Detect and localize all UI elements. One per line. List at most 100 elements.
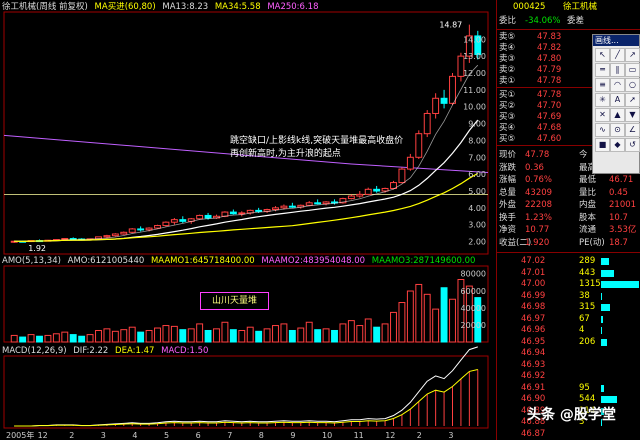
volume-bar [415,283,423,343]
stat-value: 47.78 [525,150,550,160]
stat-row: 换手 1.23% 股本 10.7 [497,213,640,224]
stat-label-2: 今 [579,150,588,160]
channel-icon[interactable]: ═ [595,63,610,77]
tick-volume: 289 [579,256,596,266]
annotation-line-1: 跳空缺口/上影线k线,突破天量堆最高收盘价 [230,136,404,146]
candle-body [406,156,414,170]
line-icon[interactable]: ╱ [610,48,625,62]
tick-row: 46.99 38 [497,291,640,302]
rect-icon[interactable]: ▭ [625,63,640,77]
order-price: 47.78 [537,90,562,100]
stat-value: 10.77 [525,225,550,235]
volume-bar [229,329,237,343]
tick-volume-bar [601,304,611,311]
stat-value-2: 21001 [609,200,637,210]
tick-volume: 1315 [579,279,601,289]
volume-bar [246,326,254,343]
down-icon[interactable]: ▼ [625,108,640,122]
parallel-icon[interactable]: ∥ [610,63,625,77]
candle-body [364,188,372,195]
cycle-icon[interactable]: ⊙ [610,123,625,137]
time-tick-label: 3 [101,431,106,440]
text-icon[interactable]: A [610,93,625,107]
volume-bar [10,334,18,343]
stat-value: 22208 [525,200,553,210]
reset-icon[interactable]: ↺ [625,138,640,152]
tick-volume: 67 [579,313,590,324]
stat-row: 收益(二) 1.920 PE(动) 18.7 [497,238,640,249]
stat-label: 涨幅 [499,175,517,185]
stat-row: 涨幅 0.76% 最低 46.71 [497,175,640,186]
tick-volume: 95 [579,382,590,393]
stat-label-2: 量比 [579,187,597,198]
tick-volume-bar [601,315,603,323]
volume-bar [305,321,313,343]
macd-header: MACD(12,26,9) DIF:2.22 DEA:1.47 MACD:1.5… [2,346,212,356]
stat-row: 净资 10.77 流通 3.53亿 [497,225,640,236]
stat-value-2: 10.7 [609,212,628,223]
time-tick-label: 5 [164,431,169,440]
volume-bar [364,318,372,343]
candle-body [288,205,296,208]
color-icon[interactable]: ◆ [610,138,625,152]
candle-body [314,202,322,205]
angle-icon[interactable]: ∠ [625,123,640,137]
macd-value: MACD:1.50 [161,346,209,356]
delete-icon[interactable]: ✕ [595,108,610,122]
order-label: 买③ [499,112,516,122]
arc-icon[interactable]: ◠ [610,78,625,92]
tick-price: 46.98 [521,302,546,312]
tick-row: 46.92 [497,371,640,382]
candle-body [103,235,111,238]
volume-bar [179,329,187,343]
gann-icon[interactable]: ✳ [595,93,610,107]
cursor-icon[interactable]: ↖ [595,48,610,62]
candle-body [137,228,145,231]
candle-body [415,133,423,158]
main-header: 徐工机械(周线 前复权) MA买进(60,80) MA13:8.23 MA34:… [2,2,322,12]
volume-bar [61,331,69,343]
candle-body [423,112,431,135]
ray-icon[interactable]: ↗ [625,48,640,62]
drawing-toolbox[interactable]: 画线... ↖ ╱ ↗ ═ ∥ ▭ ≡ ◠ ○ ✳ A ➚ ✕ ▲ ▼ ∿ ⊙ ∠ ■ ◆ ↺ [592,34,640,174]
maamo1-value: MAAMO1:645718400.00 [150,256,255,266]
fib-icon[interactable]: ≡ [595,78,610,92]
lock-icon[interactable]: ■ [595,138,610,152]
volume-header: AMO(5,13,34) AMO:6121005440 MAAMO1:64571… [2,256,479,266]
header-ma-buy: MA买进(60,80) [94,2,156,12]
time-tick-label: 12 [38,431,48,440]
stat-label: 现价 [499,150,517,160]
candle-body [432,97,440,114]
volume-bar [170,325,178,343]
volume-bar [314,329,322,343]
price-tick-label: 12.00 [463,69,486,78]
order-label: 卖③ [499,54,516,64]
wave-icon[interactable]: ∿ [595,123,610,137]
time-tick-label: 6 [196,431,201,440]
header-ma13: MA13:8.23 [162,2,209,12]
weicha-label: 委差 [567,16,585,26]
volume-bar [44,334,52,343]
time-tick-label: 9 [290,431,295,440]
tick-row: 46.93 [497,360,640,371]
tick-row: 46.98 315 [497,302,640,313]
candle-body [111,233,119,237]
header-title: 徐工机械(周线 前复权) [2,2,88,12]
dif-value: DIF:2.22 [73,346,109,356]
candle-body [280,205,288,209]
price-tick-label: 5.00 [468,187,486,196]
stat-row: 总量 43209 量比 0.45 [497,188,640,199]
volume-bar [128,326,136,343]
circle-icon[interactable]: ○ [625,78,640,92]
candle-body [305,202,313,206]
macd-title: MACD(12,26,9) [2,346,67,356]
kline-chart[interactable]: 14.87 1.92 14.00 13.00 12.00 11.00 10.00 9.00 8.… [0,0,492,440]
order-price: 47.70 [537,101,562,111]
arrow-icon[interactable]: ➚ [625,93,640,107]
volume-bar [95,329,102,343]
stat-label-2: 流通 [579,225,597,235]
stat-label: 换手 [499,212,517,223]
price-tick-label: 11.00 [463,86,486,95]
stat-label-2: 内盘 [579,200,597,210]
up-icon[interactable]: ▲ [610,108,625,122]
